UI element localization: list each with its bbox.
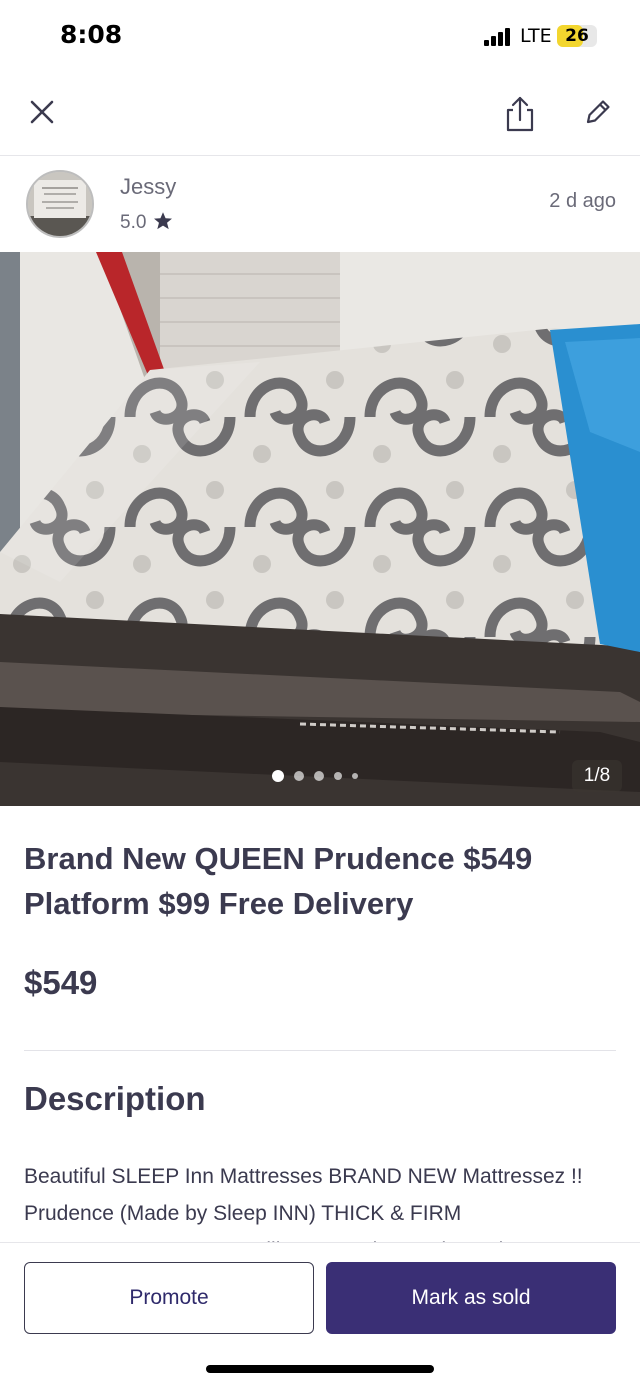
listing-photo[interactable]: 1/8 xyxy=(0,252,640,806)
home-indicator xyxy=(206,1365,434,1373)
status-bar: 8:08 LTE 26 xyxy=(0,0,640,72)
battery-level: 26 xyxy=(565,26,589,46)
listing-price: $549 xyxy=(24,964,98,1001)
photo-counter: 1/8 xyxy=(572,760,622,792)
close-button[interactable] xyxy=(22,92,62,132)
mark-as-sold-button[interactable]: Mark as sold xyxy=(326,1262,616,1334)
edit-button[interactable] xyxy=(578,92,618,132)
seller-rating: 5.0 xyxy=(120,212,147,233)
pencil-icon xyxy=(586,100,610,124)
seller-name[interactable]: Jessy xyxy=(120,174,176,200)
divider xyxy=(24,1050,616,1051)
share-button[interactable] xyxy=(500,92,540,136)
close-icon xyxy=(30,100,54,124)
seller-avatar[interactable] xyxy=(26,170,94,238)
post-time: 2 d ago xyxy=(549,190,616,212)
status-time: 8:08 xyxy=(60,20,123,49)
seller-row[interactable]: Jessy 5.0 2 d ago xyxy=(0,156,640,252)
top-nav xyxy=(0,72,640,156)
description-heading: Description xyxy=(24,1080,206,1117)
promote-button[interactable]: Promote xyxy=(24,1262,314,1334)
share-icon xyxy=(506,96,534,132)
network-label: LTE xyxy=(520,25,552,47)
description-text: Beautiful SLEEP Inn Mattresses BRAND NEW… xyxy=(24,1165,583,1250)
listing-title: Brand New QUEEN Prudence $549 Platform $… xyxy=(24,841,533,921)
bottom-action-bar: Promote Mark as sold xyxy=(0,1242,640,1384)
mattress-image xyxy=(0,252,640,806)
battery-icon: 26 xyxy=(557,25,597,47)
signal-icon xyxy=(484,26,514,46)
star-icon xyxy=(154,212,172,230)
